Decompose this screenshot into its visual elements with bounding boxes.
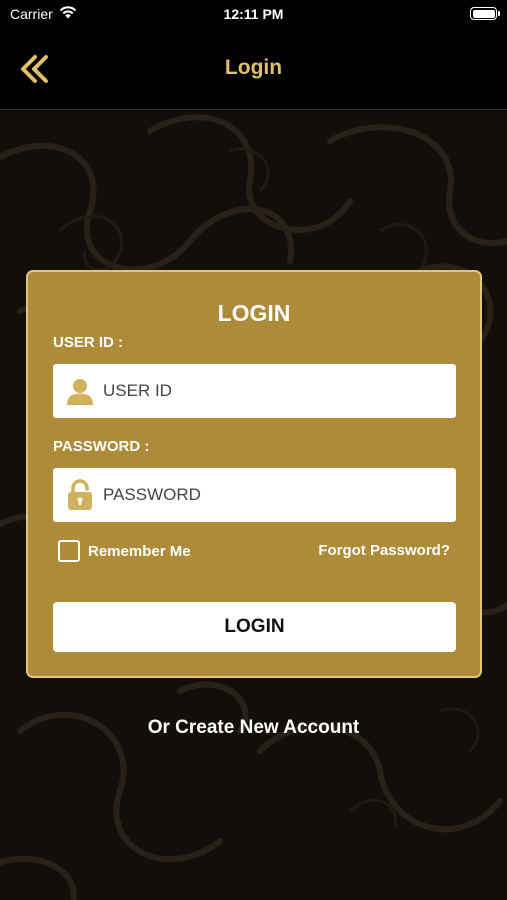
login-button[interactable]: LOGIN bbox=[53, 602, 456, 652]
forgot-password-link[interactable]: Forgot Password? bbox=[318, 542, 450, 559]
password-field-container bbox=[53, 468, 456, 522]
login-card-title: LOGIN bbox=[217, 300, 291, 326]
page-title: Login bbox=[224, 56, 283, 79]
remember-me-toggle[interactable]: Remember Me bbox=[58, 540, 191, 562]
status-bar: Carrier 12:11 PM bbox=[0, 0, 507, 30]
password-label: PASSWORD : bbox=[53, 438, 150, 455]
battery-level bbox=[472, 9, 495, 18]
password-input[interactable] bbox=[103, 468, 433, 522]
remember-me-checkbox[interactable] bbox=[58, 540, 80, 562]
battery-icon bbox=[470, 7, 500, 20]
create-account-link[interactable]: Or Create New Account bbox=[0, 717, 507, 739]
unlocked-padlock-icon bbox=[63, 478, 97, 512]
user-id-field-container bbox=[53, 364, 456, 418]
user-icon bbox=[63, 374, 97, 408]
nav-bar: Login bbox=[0, 30, 507, 110]
login-screen: Carrier 12:11 PM Login LOGIN USER ID: U… bbox=[0, 0, 507, 900]
user-id-label: USER ID : bbox=[53, 334, 124, 351]
remember-me-label: Remember Me bbox=[88, 542, 191, 560]
login-card: LOGIN USER ID : PASSWORD : bbox=[26, 270, 482, 678]
user-id-input[interactable] bbox=[103, 364, 433, 418]
status-time: 12:11 PM bbox=[223, 6, 284, 22]
